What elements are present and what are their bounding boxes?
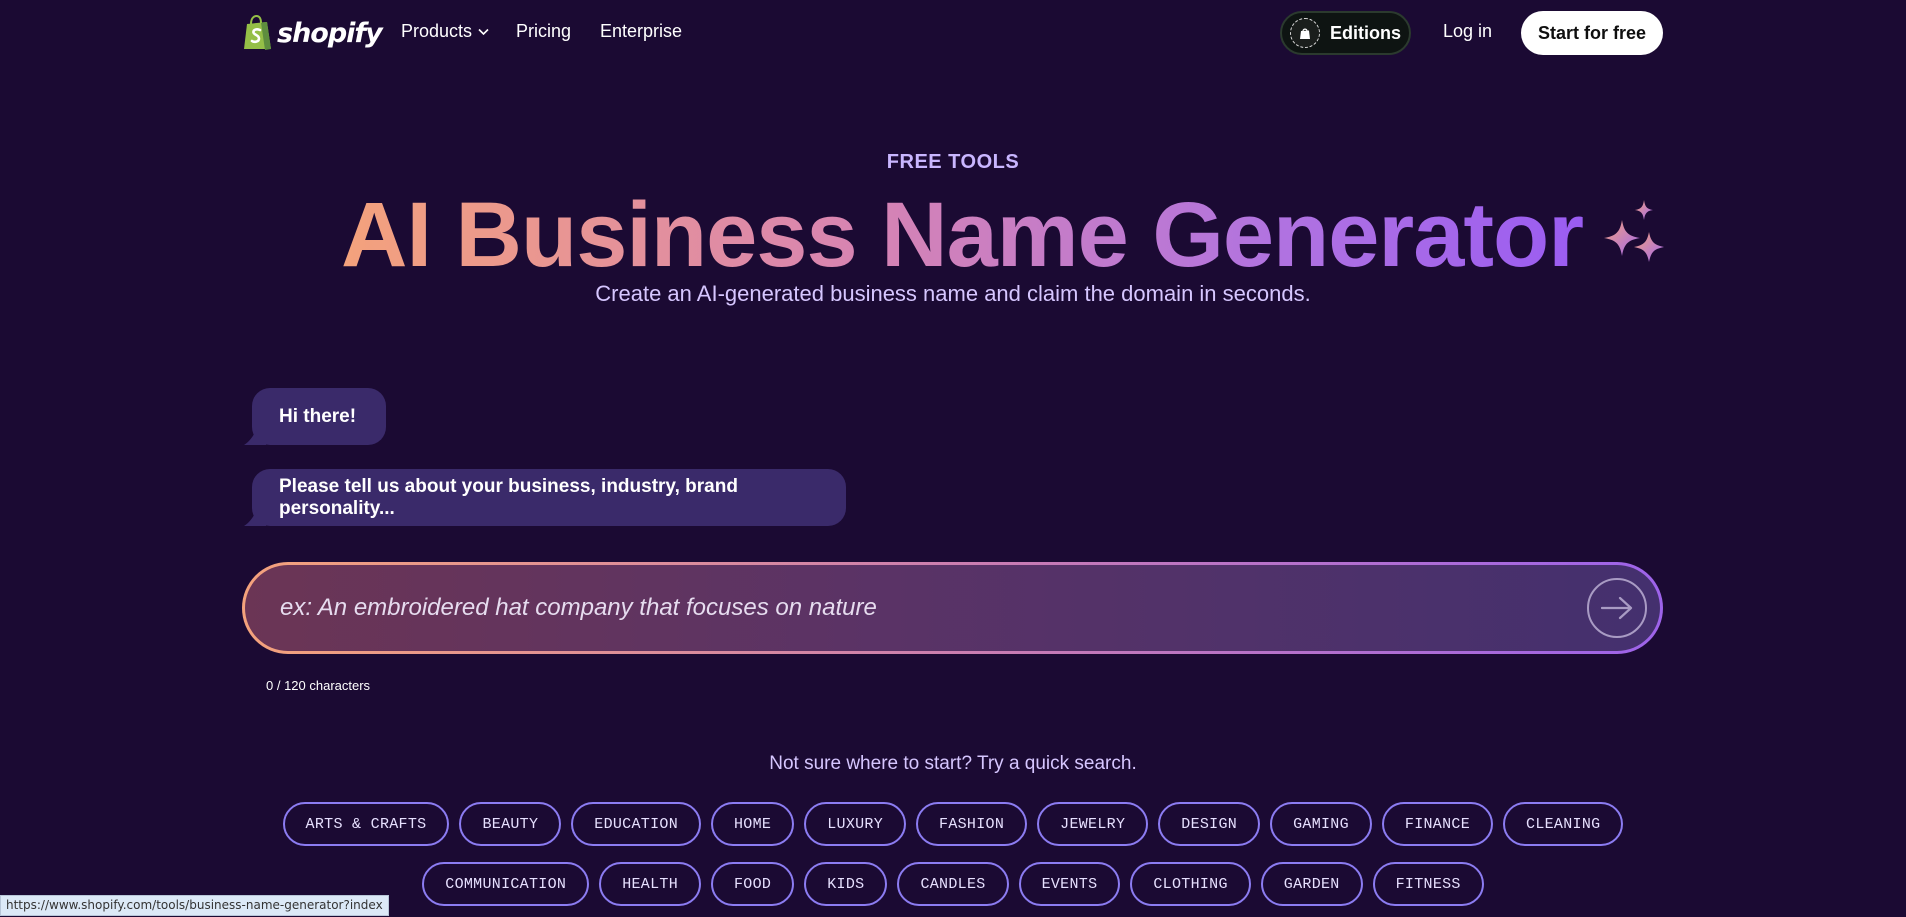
top-nav: shopify Products Pricing Enterprise Edit… — [0, 0, 1906, 66]
input-inner — [245, 565, 1660, 651]
business-description-input[interactable] — [278, 565, 1548, 651]
logo-wordmark: shopify — [277, 17, 383, 49]
character-counter: 0 / 120 characters — [266, 678, 371, 693]
nav-enterprise[interactable]: Enterprise — [600, 21, 682, 42]
chip-kids[interactable]: KIDS — [804, 862, 888, 906]
bubble-tail-icon — [244, 508, 266, 526]
chip-cleaning[interactable]: CLEANING — [1503, 802, 1624, 846]
nav-products[interactable]: Products — [401, 21, 489, 42]
nav-pricing[interactable]: Pricing — [516, 21, 571, 42]
chip-candles[interactable]: CANDLES — [897, 862, 1009, 906]
start-for-free-button[interactable]: Start for free — [1521, 11, 1663, 55]
chip-clothing[interactable]: CLOTHING — [1130, 862, 1251, 906]
status-bar-url: https://www.shopify.com/tools/business-n… — [0, 895, 389, 916]
chat-bubble-greeting: Hi there! — [244, 388, 386, 445]
chip-garden[interactable]: GARDEN — [1260, 862, 1363, 906]
quick-search-title: Not sure where to start? Try a quick sea… — [769, 753, 1137, 774]
editions-button[interactable]: Editions — [1280, 11, 1411, 55]
chevron-down-icon — [478, 28, 489, 35]
shopify-bag-icon — [244, 15, 271, 50]
chip-jewelry[interactable]: JEWELRY — [1037, 802, 1149, 846]
arrow-right-icon — [1601, 596, 1633, 620]
eyebrow-label: FREE TOOLS — [886, 151, 1020, 173]
sparkle-icon — [1604, 200, 1664, 262]
quick-search-row-1: ARTS & CRAFTS BEAUTY EDUCATION HOME LUXU… — [0, 802, 1906, 846]
submit-button[interactable] — [1587, 578, 1647, 638]
chip-fitness[interactable]: FITNESS — [1372, 862, 1484, 906]
editions-badge-icon — [1290, 18, 1320, 48]
login-link[interactable]: Log in — [1443, 21, 1492, 42]
page-subtitle: Create an AI-generated business name and… — [595, 281, 1311, 306]
chip-fashion[interactable]: FASHION — [916, 802, 1028, 846]
chip-home[interactable]: HOME — [711, 802, 795, 846]
chip-arts-crafts[interactable]: ARTS & CRAFTS — [282, 802, 450, 846]
shopify-logo[interactable]: shopify — [241, 13, 383, 53]
chip-education[interactable]: EDUCATION — [571, 802, 701, 846]
chip-beauty[interactable]: BEAUTY — [459, 802, 562, 846]
chat-greeting-text: Hi there! — [279, 405, 357, 427]
chat-prompt-text: Please tell us about your business, indu… — [279, 475, 738, 519]
page-title: AI Business Name Generator — [341, 180, 1584, 290]
bubble-tail-icon — [244, 427, 266, 445]
chip-health[interactable]: HEALTH — [599, 862, 701, 906]
editions-label: Editions — [1330, 22, 1401, 43]
chat-bubble-prompt: Please tell us about your business, indu… — [244, 469, 846, 526]
chip-luxury[interactable]: LUXURY — [804, 802, 907, 846]
chip-communication[interactable]: COMMUNICATION — [422, 862, 590, 906]
chip-finance[interactable]: FINANCE — [1381, 802, 1494, 846]
chip-events[interactable]: EVENTS — [1018, 862, 1121, 906]
chip-gaming[interactable]: GAMING — [1270, 802, 1372, 846]
chip-design[interactable]: DESIGN — [1158, 802, 1261, 846]
business-description-box — [242, 562, 1663, 654]
nav-products-label: Products — [401, 21, 473, 41]
chip-food[interactable]: FOOD — [711, 862, 795, 906]
